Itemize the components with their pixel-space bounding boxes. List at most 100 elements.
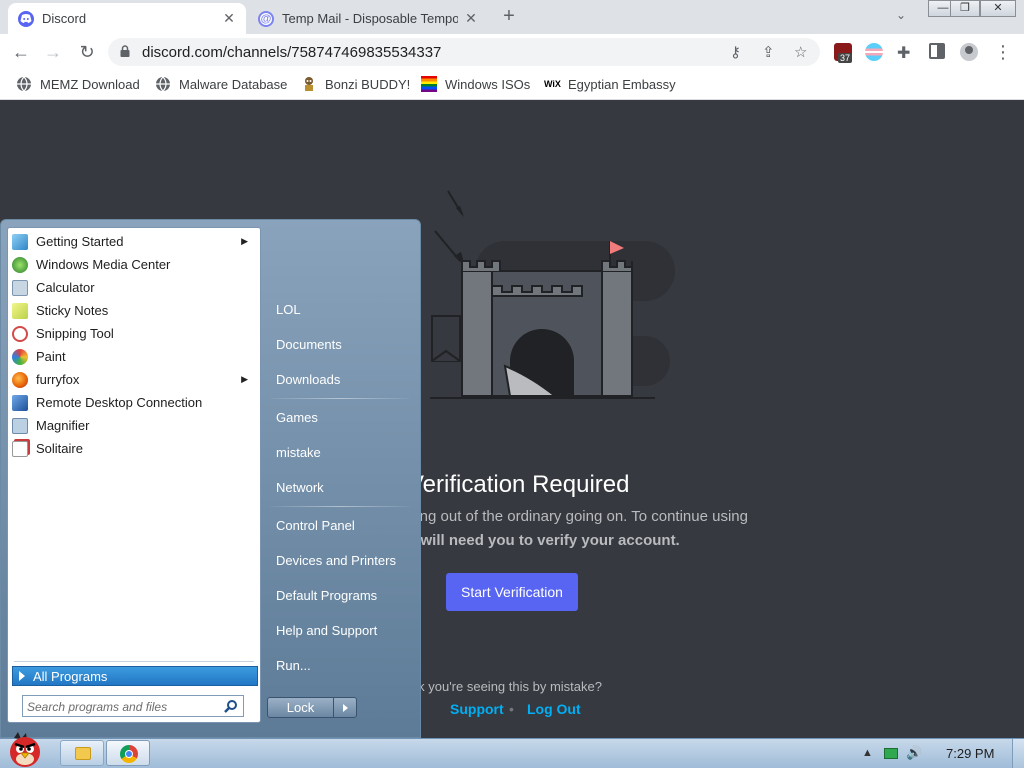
tab-title: Temp Mail - Disposable Tempo <box>282 11 458 26</box>
getting-started-icon <box>12 233 28 250</box>
logout-link[interactable]: Log Out <box>527 701 581 717</box>
program-furryfox[interactable]: furryfox ▶ <box>12 368 256 391</box>
key-icon[interactable]: ⚷ <box>730 43 741 61</box>
support-link[interactable]: Support <box>450 701 504 717</box>
address-bar[interactable]: discord.com/channels/758747469835534337 … <box>108 38 820 66</box>
all-programs-button[interactable]: All Programs <box>12 666 258 686</box>
discord-favicon-icon <box>18 10 34 27</box>
lock-button[interactable]: Lock <box>267 697 357 718</box>
program-windows-media-center[interactable]: Windows Media Center <box>12 253 256 276</box>
forward-button[interactable]: → <box>42 41 64 63</box>
verification-description-line-2: e will need you to verify your account. <box>408 532 680 549</box>
bookmark-star-icon[interactable]: ☆ <box>794 43 807 61</box>
paint-palette-icon <box>12 348 28 365</box>
start-link-downloads[interactable]: Downloads <box>276 372 340 387</box>
chrome-menu-icon[interactable]: ⋮ <box>992 41 1014 63</box>
program-getting-started[interactable]: Getting Started ▶ <box>12 230 256 253</box>
program-magnifier[interactable]: Magnifier <box>12 414 256 437</box>
start-link-devices-and-printers[interactable]: Devices and Printers <box>276 553 396 568</box>
bonzi-icon <box>305 77 313 91</box>
start-link-lol[interactable]: LOL <box>276 302 301 317</box>
program-label: furryfox <box>36 372 80 387</box>
start-menu: Getting Started ▶ Windows Media Center C… <box>0 219 421 738</box>
taskbar: ▲ 🔊 7:29 PM <box>0 738 1024 768</box>
castle-illustration <box>430 190 675 399</box>
bookmark-bonzi-buddy[interactable]: Bonzi BUDDY! <box>301 76 410 92</box>
program-sticky-notes[interactable]: Sticky Notes <box>12 299 256 322</box>
start-link-control-panel[interactable]: Control Panel <box>276 518 355 533</box>
start-button[interactable] <box>0 730 54 768</box>
submenu-arrow-icon: ▶ <box>241 236 248 246</box>
back-button[interactable]: ← <box>10 41 32 63</box>
globe-icon <box>17 76 31 92</box>
extensions-puzzle-icon[interactable]: ✚ <box>897 43 915 62</box>
share-icon[interactable]: ⇪ <box>762 43 775 61</box>
program-label: Sticky Notes <box>36 303 109 318</box>
new-tab-button[interactable]: + <box>498 6 520 28</box>
profile-avatar-icon[interactable] <box>960 43 978 61</box>
bookmark-malware-database[interactable]: Malware Database <box>155 76 287 92</box>
close-tab-icon[interactable]: ✕ <box>464 10 478 27</box>
start-link-run[interactable]: Run... <box>276 658 311 673</box>
program-remote-desktop-connection[interactable]: Remote Desktop Connection <box>12 391 256 414</box>
start-menu-divider <box>271 398 409 399</box>
close-window-button[interactable]: ✕ <box>980 0 1016 17</box>
scissors-icon <box>12 325 28 342</box>
lock-icon[interactable] <box>120 45 130 57</box>
start-link-default-programs[interactable]: Default Programs <box>276 588 377 603</box>
browser-toolbar: ← → ↻ discord.com/channels/7587474698355… <box>0 34 1024 70</box>
start-link-documents[interactable]: Documents <box>276 337 342 352</box>
search-icon[interactable] <box>224 699 238 713</box>
search-input[interactable] <box>27 699 217 715</box>
shutdown-options-arrow-icon[interactable] <box>334 698 356 717</box>
start-verification-button[interactable]: Start Verification <box>446 573 578 611</box>
tab-search-chevron-icon[interactable]: ⌄ <box>896 8 906 22</box>
taskbar-chrome-button[interactable] <box>106 740 150 766</box>
program-solitaire[interactable]: Solitaire <box>12 437 256 460</box>
folder-icon <box>75 747 91 760</box>
bookmark-memz[interactable]: MEMZ Download <box>16 76 140 92</box>
restore-button[interactable]: ❐ <box>950 0 980 17</box>
program-paint[interactable]: Paint <box>12 345 256 368</box>
start-menu-divider <box>271 506 409 507</box>
url-text[interactable]: discord.com/channels/758747469835534337 <box>142 44 441 61</box>
start-link-help-and-support[interactable]: Help and Support <box>276 623 377 638</box>
program-snipping-tool[interactable]: Snipping Tool <box>12 322 256 345</box>
tab-discord[interactable]: Discord ✕ <box>8 3 246 34</box>
magnifier-icon <box>12 417 28 434</box>
link-separator: • <box>509 701 514 717</box>
start-search-box[interactable] <box>22 695 244 717</box>
tab-temp-mail[interactable]: @ Temp Mail - Disposable Tempo ✕ <box>248 3 488 34</box>
reload-button[interactable]: ↻ <box>76 41 98 63</box>
extension-badge: 37 <box>838 53 853 63</box>
program-calculator[interactable]: Calculator <box>12 276 256 299</box>
side-panel-icon[interactable] <box>929 43 945 59</box>
bookmark-label: Bonzi BUDDY! <box>325 76 411 92</box>
close-tab-icon[interactable]: ✕ <box>222 10 236 27</box>
ublock-extension-icon[interactable]: 37 <box>834 43 853 63</box>
verification-title: Verification Required <box>408 471 630 498</box>
bookmark-label: Egyptian Embassy <box>568 76 676 92</box>
start-link-mistake[interactable]: mistake <box>276 445 321 460</box>
globe-icon <box>156 76 170 92</box>
clock[interactable]: 7:29 PM <box>946 746 994 761</box>
start-link-games[interactable]: Games <box>276 410 318 425</box>
program-label: Solitaire <box>36 441 83 456</box>
program-label: Paint <box>36 349 66 364</box>
remote-desktop-icon <box>12 394 28 411</box>
program-label: Snipping Tool <box>36 326 114 341</box>
bookmarks-bar: MEMZ Download Malware Database Bonzi BUD… <box>0 70 1024 100</box>
solitaire-cards-icon <box>12 440 28 457</box>
lock-button-label: Lock <box>268 698 334 717</box>
firefox-icon <box>12 371 28 388</box>
volume-icon[interactable]: 🔊 <box>906 745 922 761</box>
show-desktop-button[interactable] <box>1012 739 1024 768</box>
calculator-icon <box>12 279 28 296</box>
show-hidden-icons-chevron[interactable]: ▲ <box>862 747 873 759</box>
flag-extension-icon[interactable] <box>865 43 883 61</box>
start-link-network[interactable]: Network <box>276 480 324 495</box>
network-icon[interactable] <box>884 748 898 759</box>
bookmark-egyptian-embassy[interactable]: WiX Egyptian Embassy <box>544 76 676 92</box>
taskbar-explorer-button[interactable] <box>60 740 104 766</box>
bookmark-windows-isos[interactable]: Windows ISOs <box>421 76 530 92</box>
